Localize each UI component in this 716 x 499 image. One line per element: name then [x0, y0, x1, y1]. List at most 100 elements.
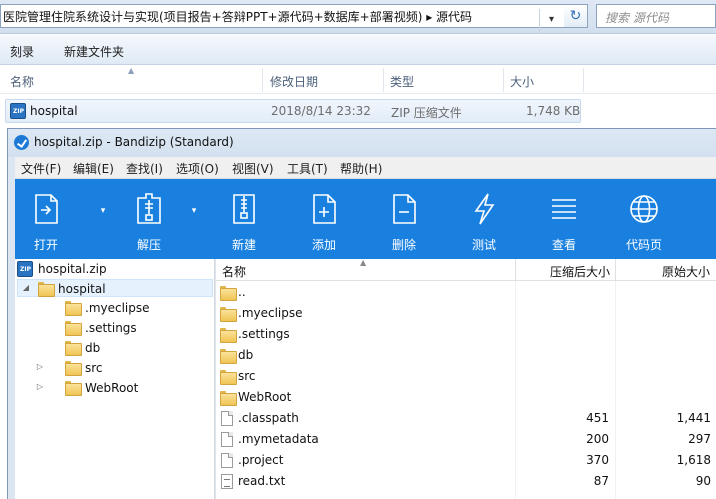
codepage-button[interactable]: 代码页 — [613, 179, 675, 259]
list-row[interactable]: WebRoot — [216, 387, 716, 408]
row-name: .. — [238, 285, 246, 299]
delete-file-icon — [393, 194, 416, 224]
file-size: 1,748 KB — [526, 104, 581, 118]
folder-icon — [220, 286, 237, 301]
add-button[interactable]: 添加 — [293, 179, 355, 259]
row-name: .project — [238, 453, 284, 467]
list-row[interactable]: db — [216, 345, 716, 366]
row-name: .myeclipse — [238, 306, 303, 320]
new-archive-icon — [233, 194, 255, 224]
zip-archive-icon — [17, 261, 33, 277]
add-file-icon — [313, 194, 336, 224]
list-row[interactable]: .mymetadata 200 297 — [216, 429, 716, 450]
tree-item-label: .settings — [85, 321, 137, 335]
row-compressed: 200 — [586, 432, 609, 446]
row-original: 1,618 — [676, 453, 711, 467]
row-name: read.txt — [238, 474, 286, 488]
row-name: .mymetadata — [238, 432, 319, 446]
open-dropdown-icon[interactable]: ▾ — [97, 206, 109, 218]
list-row[interactable]: src — [216, 366, 716, 387]
extract-dropdown-icon[interactable]: ▾ — [188, 206, 200, 218]
file-name: hospital — [30, 104, 78, 118]
codepage-icon — [630, 195, 658, 223]
new-archive-button[interactable]: 新建 — [213, 179, 275, 259]
list-row[interactable]: .settings — [216, 324, 716, 345]
list-row[interactable]: .myeclipse — [216, 303, 716, 324]
list-row[interactable]: .project 370 1,618 — [216, 450, 716, 471]
extract-icon — [137, 193, 161, 224]
col-divider[interactable] — [515, 259, 516, 281]
menu-bar: 文件(F) 编辑(E) 查找(I) 选项(O) 视图(V) 工具(T) 帮助(H… — [15, 157, 716, 179]
test-button[interactable]: 测试 — [453, 179, 515, 259]
extract-button[interactable]: 解压 — [118, 179, 180, 259]
file-icon — [221, 411, 233, 426]
toolbar: 打开 ▾ 解压 ▾ 新建 添加 删除 测试 查看 代码页 — [15, 179, 716, 259]
folder-icon — [65, 381, 82, 396]
view-label: 查看 — [551, 238, 576, 252]
menu-find[interactable]: 查找(I) — [126, 160, 163, 177]
address-row: 医院管理住院系统设计与实现(项目报告+答辩PPT+源代码+数据库+部署视频) ▸… — [0, 0, 716, 34]
col-divider[interactable] — [583, 68, 584, 92]
tree-item-label: src — [85, 361, 103, 375]
list-row[interactable]: .. — [216, 282, 716, 303]
col-divider[interactable] — [262, 68, 263, 92]
file-date: 2018/8/14 23:32 — [271, 104, 371, 118]
tree-item-webroot[interactable]: ▷ WebRoot — [35, 379, 213, 397]
bandizip-logo-icon — [14, 135, 29, 150]
file-row-hospital[interactable]: hospital 2018/8/14 23:32 ZIP 压缩文件 1,748 … — [5, 99, 581, 123]
delete-label: 删除 — [391, 238, 416, 252]
search-input[interactable]: 搜索 源代码 — [596, 4, 716, 28]
title-bar[interactable]: hospital.zip - Bandizip (Standard) — [8, 129, 716, 157]
col-name[interactable]: 名称 — [10, 73, 34, 90]
test-icon — [474, 193, 495, 225]
menu-options[interactable]: 选项(O) — [176, 160, 219, 177]
address-dropdown-icon[interactable]: ▾ — [539, 9, 563, 33]
list-col-compressed[interactable]: 压缩后大小 — [550, 263, 610, 280]
address-path[interactable]: 医院管理住院系统设计与实现(项目报告+答辩PPT+源代码+数据库+部署视频) ▸… — [3, 8, 472, 25]
folder-tree: hospital.zip ◢ hospital .myeclipse .sett… — [15, 259, 215, 499]
col-date[interactable]: 修改日期 — [270, 73, 318, 90]
col-divider[interactable] — [615, 259, 616, 281]
address-bar[interactable]: 医院管理住院系统设计与实现(项目报告+答辩PPT+源代码+数据库+部署视频) ▸… — [0, 4, 588, 33]
sort-asc-icon: ▲ — [128, 66, 135, 75]
file-list: ▲ 名称 压缩后大小 原始大小 .. .myeclipse .settings … — [216, 258, 716, 499]
collapse-icon[interactable]: ◢ — [21, 283, 31, 293]
view-button[interactable]: 查看 — [533, 179, 595, 259]
menu-file[interactable]: 文件(F) — [21, 160, 61, 177]
list-col-name[interactable]: 名称 — [222, 263, 246, 280]
tree-root[interactable]: hospital.zip — [17, 260, 213, 278]
row-name: .settings — [238, 327, 290, 341]
col-divider[interactable] — [503, 68, 504, 92]
list-col-original[interactable]: 原始大小 — [662, 263, 710, 280]
col-divider[interactable] — [383, 68, 384, 92]
tree-item-db[interactable]: db — [35, 339, 213, 357]
list-row[interactable]: .classpath 451 1,441 — [216, 408, 716, 429]
refresh-icon[interactable]: ↻ — [564, 4, 588, 28]
row-name: WebRoot — [238, 390, 292, 404]
tree-item-label: .myeclipse — [85, 301, 150, 315]
burn-button[interactable]: 刻录 — [10, 43, 34, 60]
tree-item-src[interactable]: ▷ src — [35, 359, 213, 377]
open-icon — [35, 194, 58, 224]
delete-button[interactable]: 删除 — [373, 179, 435, 259]
open-button[interactable]: 打开 — [15, 179, 77, 259]
folder-icon — [38, 282, 55, 297]
col-size[interactable]: 大小 — [510, 73, 534, 90]
tree-item-myeclipse[interactable]: .myeclipse — [35, 299, 213, 317]
column-header: ▲ 名称 修改日期 类型 大小 — [0, 66, 716, 94]
menu-tools[interactable]: 工具(T) — [287, 160, 328, 177]
menu-edit[interactable]: 编辑(E) — [73, 160, 114, 177]
menu-help[interactable]: 帮助(H) — [340, 160, 382, 177]
expand-icon[interactable]: ▷ — [35, 382, 45, 392]
list-row[interactable]: read.txt 87 90 — [216, 471, 716, 492]
row-name: src — [238, 369, 256, 383]
new-folder-button[interactable]: 新建文件夹 — [64, 43, 124, 60]
col-type[interactable]: 类型 — [390, 73, 414, 90]
tree-item-settings[interactable]: .settings — [35, 319, 213, 337]
folder-icon — [65, 321, 82, 336]
row-compressed: 370 — [586, 453, 609, 467]
row-original: 90 — [695, 474, 711, 488]
tree-item-hospital[interactable]: ◢ hospital — [17, 279, 213, 297]
menu-view[interactable]: 视图(V) — [232, 160, 274, 177]
expand-icon[interactable]: ▷ — [35, 362, 45, 372]
